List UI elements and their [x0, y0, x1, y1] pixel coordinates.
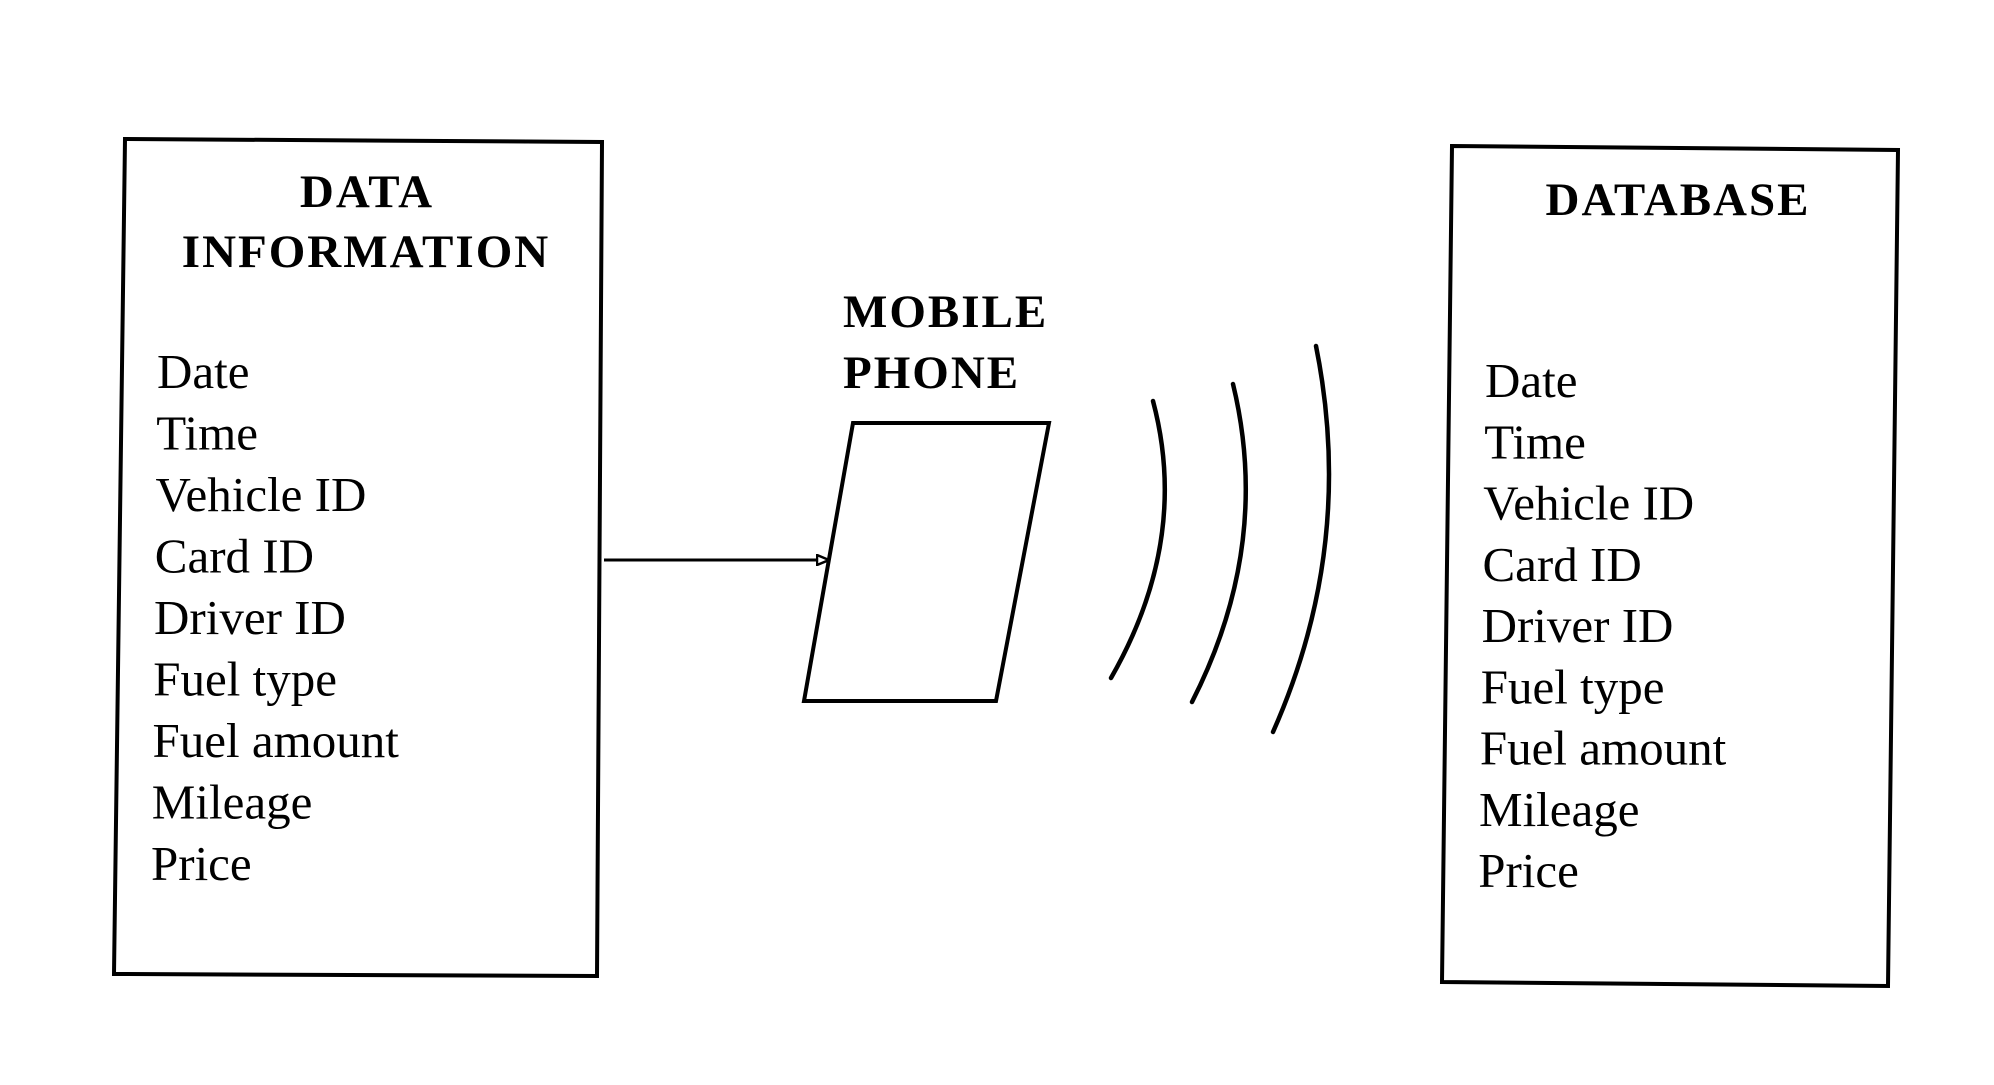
database-field-list: Date Time Vehicle ID Card ID Driver ID Fuel t…	[1478, 353, 1726, 898]
mobile-phone-label-line2: PHONE	[843, 347, 1020, 399]
database-field-item: Fuel type	[1481, 659, 1665, 714]
data-information-field-item: Driver ID	[154, 590, 346, 645]
database-field-item: Card ID	[1483, 537, 1642, 592]
database-field-item: Mileage	[1479, 782, 1640, 837]
mobile-phone-label-line1: MOBILE	[843, 286, 1048, 338]
database-field-item: Vehicle ID	[1483, 476, 1694, 531]
database-field-item: Time	[1484, 414, 1586, 469]
data-information-block: DATA INFORMATION Date Time Vehicle ID Card …	[111, 136, 605, 979]
data-information-field-item: Price	[151, 836, 252, 891]
fuel-data-transfer-diagram: DATA INFORMATION Date Time Vehicle ID Card …	[111, 136, 1901, 989]
database-field-item: Date	[1485, 353, 1578, 408]
database-field-item: Driver ID	[1482, 598, 1674, 653]
data-information-field-item: Fuel type	[153, 652, 337, 707]
wireless-waves-icon	[1108, 343, 1332, 735]
data-information-title-line2: INFORMATION	[182, 226, 550, 278]
mobile-phone-block: MOBILE PHONE	[801, 286, 1052, 703]
data-information-field-item: Mileage	[152, 775, 313, 830]
wireless-arc-middle	[1189, 381, 1249, 705]
database-field-item: Price	[1478, 843, 1579, 898]
data-information-field-item: Vehicle ID	[156, 467, 367, 522]
data-information-title-line1: DATA	[300, 166, 434, 218]
wireless-arc-inner	[1108, 398, 1168, 681]
data-information-field-item: Time	[156, 406, 258, 461]
database-title: DATABASE	[1546, 174, 1811, 226]
data-information-field-list: Date Time Vehicle ID Card ID Driver ID Fuel t…	[151, 344, 399, 891]
data-information-field-item: Card ID	[155, 529, 314, 584]
data-information-field-item: Fuel amount	[153, 713, 400, 768]
wireless-arc-outer	[1270, 343, 1332, 735]
database-block: DATABASE Date Time Vehicle ID Card ID Driver…	[1439, 143, 1901, 989]
mobile-phone-icon	[801, 421, 1052, 703]
data-information-field-item: Date	[157, 344, 250, 399]
database-field-item: Fuel amount	[1480, 721, 1727, 776]
